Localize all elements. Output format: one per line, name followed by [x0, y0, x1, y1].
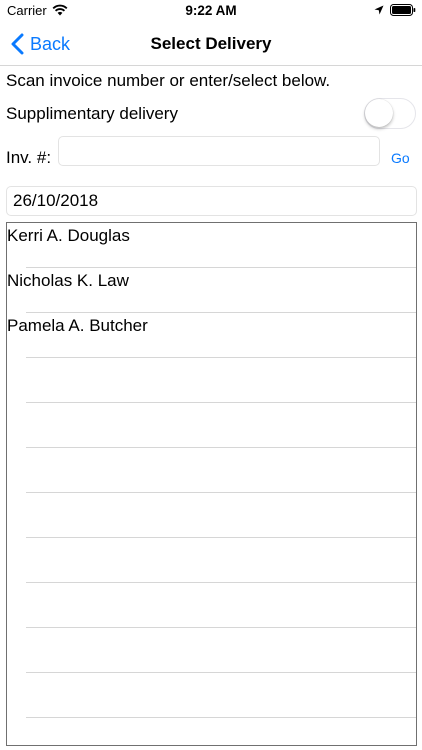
toggle-knob: [365, 99, 393, 127]
battery-icon: [390, 4, 416, 16]
list-item-label: Pamela A. Butcher: [7, 316, 148, 335]
list-item[interactable]: [7, 628, 416, 673]
invoice-number-input[interactable]: [58, 136, 380, 166]
location-arrow-icon: [374, 5, 384, 15]
status-bar: Carrier 9:22 AM: [0, 0, 422, 22]
list-item[interactable]: [7, 583, 416, 628]
list-item[interactable]: [7, 538, 416, 583]
list-item[interactable]: [7, 493, 416, 538]
page-title: Select Delivery: [150, 34, 272, 53]
supplementary-delivery-label: Supplimentary delivery: [6, 104, 178, 123]
invoice-number-label: Inv. #:: [6, 148, 52, 167]
list-item[interactable]: [7, 403, 416, 448]
list-item[interactable]: Nicholas K. Law: [7, 268, 416, 313]
list-item[interactable]: [7, 448, 416, 493]
instruction-text: Scan invoice number or enter/select belo…: [6, 71, 331, 90]
status-time: 9:22 AM: [185, 3, 237, 18]
go-button[interactable]: Go: [391, 150, 410, 166]
list-item[interactable]: Pamela A. Butcher: [7, 313, 416, 358]
list-item-label: Kerri A. Douglas: [7, 226, 130, 245]
customer-list[interactable]: Kerri A. Douglas Nicholas K. Law Pamela …: [6, 222, 417, 746]
list-item[interactable]: [7, 718, 416, 745]
list-item[interactable]: [7, 358, 416, 403]
list-item-label: Nicholas K. Law: [7, 271, 129, 290]
supplementary-delivery-toggle[interactable]: [364, 98, 416, 129]
navigation-bar: Back Select Delivery: [0, 22, 422, 66]
list-item[interactable]: Kerri A. Douglas: [7, 223, 416, 268]
delivery-date-field[interactable]: 26/10/2018: [6, 186, 417, 216]
list-item[interactable]: [7, 673, 416, 718]
